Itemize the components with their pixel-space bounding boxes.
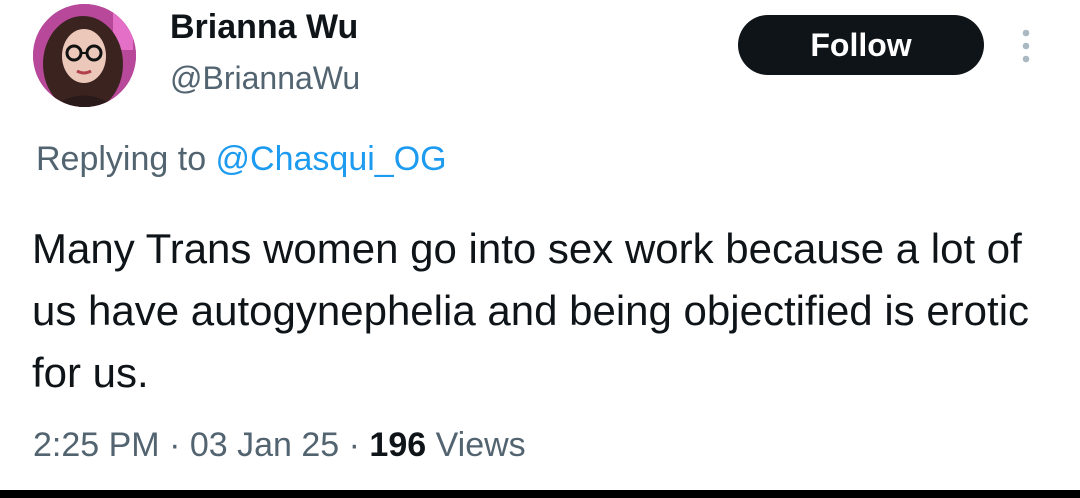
- tweet-time[interactable]: 2:25 PM: [33, 426, 160, 464]
- tweet-card: Brianna Wu @BriannaWu Follow Replying to…: [0, 0, 1080, 490]
- display-name[interactable]: Brianna Wu: [170, 8, 358, 47]
- handle[interactable]: @BriannaWu: [170, 60, 360, 97]
- meta-separator: ·: [159, 426, 190, 464]
- meta-separator: ·: [339, 426, 370, 464]
- tweet-date[interactable]: 03 Jan 25: [190, 426, 339, 464]
- more-button[interactable]: [1012, 26, 1040, 66]
- views-label: Views: [426, 426, 526, 464]
- replying-to-label: Replying to: [36, 140, 216, 178]
- tweet-text: Many Trans women go into sex work becaus…: [32, 225, 1030, 396]
- replying-to: Replying to @Chasqui_OG: [36, 140, 447, 179]
- mention-link[interactable]: @Chasqui_OG: [216, 140, 447, 178]
- tweet-meta: 2:25 PM · 03 Jan 25 · 196 Views: [33, 426, 526, 465]
- follow-button[interactable]: Follow: [738, 15, 984, 75]
- avatar[interactable]: [33, 4, 136, 107]
- more-vertical-icon: [1022, 29, 1030, 63]
- avatar-image: [33, 4, 136, 107]
- views-count: 196: [369, 426, 427, 464]
